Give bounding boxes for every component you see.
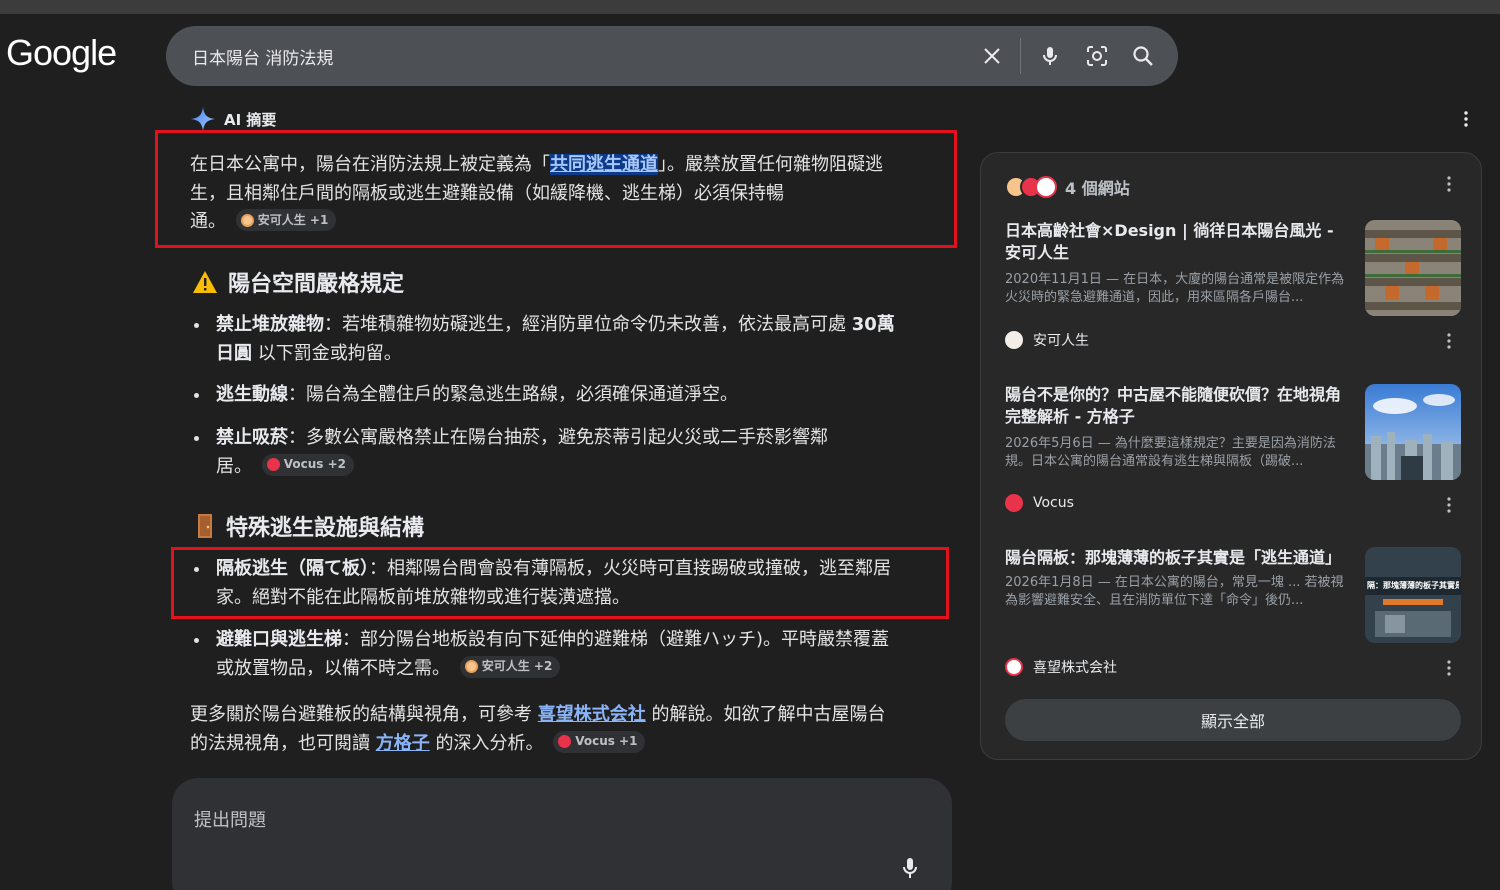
list-item: 逃生動線：陽台為全體住戶的緊急逃生路線，必須確保通道淨空。: [194, 381, 936, 410]
more-options-icon[interactable]: [1445, 175, 1453, 193]
highlight-term[interactable]: 共同逃生通道: [550, 154, 658, 175]
ai-overview-header: AI 摘要: [190, 106, 276, 132]
sparkle-icon: [191, 107, 215, 131]
link-kibou[interactable]: 喜望株式会社: [538, 704, 646, 725]
show-all-button[interactable]: 顯示全部: [1005, 699, 1461, 741]
intro-paragraph: 在日本公寓中，陽台在消防法規上被定義為「共同逃生通道」。嚴禁放置任何雜物阻礙逃 …: [190, 151, 930, 237]
source-card-snippet: 2026年5月6日 — 為什麼要這樣規定？主要是因為消防法規。日本公寓的陽台通常…: [1005, 436, 1336, 469]
source-chip-label: Vocus +1: [575, 734, 638, 749]
source-chip-label: 安可人生 +2: [481, 659, 553, 674]
search-icon[interactable]: [1131, 44, 1155, 68]
more-options-icon[interactable]: [1445, 332, 1453, 350]
thumbnail-text: 隔：那塊薄薄的板子其實是: [1367, 581, 1459, 590]
section-title-balcony-rules: 陽台空間嚴格規定: [192, 266, 404, 298]
microphone-icon[interactable]: [1038, 44, 1062, 68]
source-site[interactable]: Vocus: [1005, 494, 1074, 512]
sources-panel: 4 個網站 日本高齡社會×Design | 徜徉日本陽台風光 - 安可人生 20…: [980, 152, 1482, 760]
more-options-icon[interactable]: [1462, 110, 1470, 132]
source-favicons: [1005, 176, 1057, 198]
search-divider: [1020, 38, 1021, 74]
source-site-name: 安可人生: [1033, 333, 1089, 349]
intro-text-2: 」。嚴禁放置任何雜物阻礙逃: [658, 154, 883, 175]
source-site[interactable]: 喜望株式会社: [1005, 657, 1117, 677]
source-site-name: 喜望株式会社: [1033, 660, 1117, 676]
door-icon: [198, 514, 212, 538]
source-thumbnail[interactable]: [1365, 384, 1461, 480]
intro-text-3: 生，且相鄰住戶間的隔板或逃生避難設備（如緩降機、逃生梯）必須保持暢: [190, 182, 784, 204]
source-site[interactable]: 安可人生: [1005, 330, 1089, 350]
list-item: 禁止吸菸：多數公寓嚴格禁止在陽台抽菸，避免菸蒂引起火災或二手菸影響鄰 居。 Vo…: [194, 424, 936, 481]
google-logo[interactable]: Google: [6, 32, 117, 74]
section-title-escape-facilities: 特殊逃生設施與結構: [194, 510, 424, 542]
source-thumbnail[interactable]: 隔：那塊薄薄的板子其實是: [1365, 547, 1461, 643]
list-item: 隔板逃生（隔て板）：相鄰陽台間會設有薄隔板，火災時可直接踢破或撞破，逃至鄰居 家…: [194, 555, 936, 612]
source-card-title[interactable]: 日本高齡社會×Design | 徜徉日本陽台風光 - 安可人生: [1005, 220, 1353, 264]
list-item: 避難口與逃生梯：部分陽台地板設有向下延伸的避難梯（避難ハッチ)。平時嚴禁覆蓋 或…: [194, 626, 936, 683]
source-chip[interactable]: 安可人生 +2: [459, 655, 561, 678]
source-chip[interactable]: Vocus +1: [553, 730, 646, 753]
source-site-name: Vocus: [1033, 495, 1074, 511]
sources-count: 4 個網站: [1065, 179, 1130, 198]
source-chip[interactable]: 安可人生 +1: [235, 209, 337, 231]
clear-icon[interactable]: [980, 44, 1004, 68]
search-box[interactable]: 日本陽台 消防法規: [166, 26, 1178, 86]
favicon: [1005, 494, 1023, 512]
source-card-snippet: 2026年1月8日 — 在日本公寓的陽台，常見一塊 ... 若被視為影響避難安全…: [1005, 575, 1344, 608]
warning-icon: [193, 271, 217, 293]
more-paragraph: 更多關於陽台避難板的結構與視角，可參考 喜望株式会社 的解說。如欲了解中古屋陽台…: [190, 701, 930, 758]
browser-top-strip: [0, 0, 1500, 14]
ai-overview-label: AI 摘要: [224, 110, 277, 129]
ask-question-box[interactable]: 提出問題: [172, 778, 952, 890]
list-item: 禁止堆放雜物：若堆積雜物妨礙逃生，經消防單位命令仍未改善，依法最高可處 30萬 …: [194, 311, 936, 368]
section-title-text: 特殊逃生設施與結構: [226, 516, 425, 541]
source-thumbnail[interactable]: [1365, 220, 1461, 316]
more-options-icon[interactable]: [1445, 659, 1453, 677]
link-vocus[interactable]: 方格子: [376, 733, 430, 754]
section-title-text: 陽台空間嚴格規定: [228, 272, 405, 297]
lens-camera-icon[interactable]: [1085, 44, 1109, 68]
intro-text-1: 在日本公寓中，陽台在消防法規上被定義為「: [190, 154, 550, 175]
source-card-snippet: 2020年11月1日 — 在日本，大廈的陽台通常是被限定作為火災時的緊急避難通道…: [1005, 272, 1345, 305]
source-chip-label: 安可人生 +1: [257, 212, 329, 227]
favicon: [1005, 658, 1023, 676]
favicon: [1005, 331, 1023, 349]
favicon: [1035, 176, 1057, 198]
sources-header: 4 個網站: [1005, 175, 1130, 199]
search-input[interactable]: 日本陽台 消防法規: [192, 44, 333, 69]
source-card-title[interactable]: 陽台隔板：那塊薄薄的板子其實是「逃生通道」: [1005, 547, 1353, 569]
ask-question-input[interactable]: 提出問題: [194, 806, 266, 832]
source-chip[interactable]: Vocus +2: [261, 453, 354, 476]
source-chip-label: Vocus +2: [283, 457, 346, 472]
microphone-icon[interactable]: [900, 856, 920, 884]
intro-text-4: 通。: [190, 211, 226, 232]
more-options-icon[interactable]: [1445, 496, 1453, 514]
source-card-title[interactable]: 陽台不是你的？中古屋不能隨便砍價？在地視角完整解析 - 方格子: [1005, 384, 1353, 428]
